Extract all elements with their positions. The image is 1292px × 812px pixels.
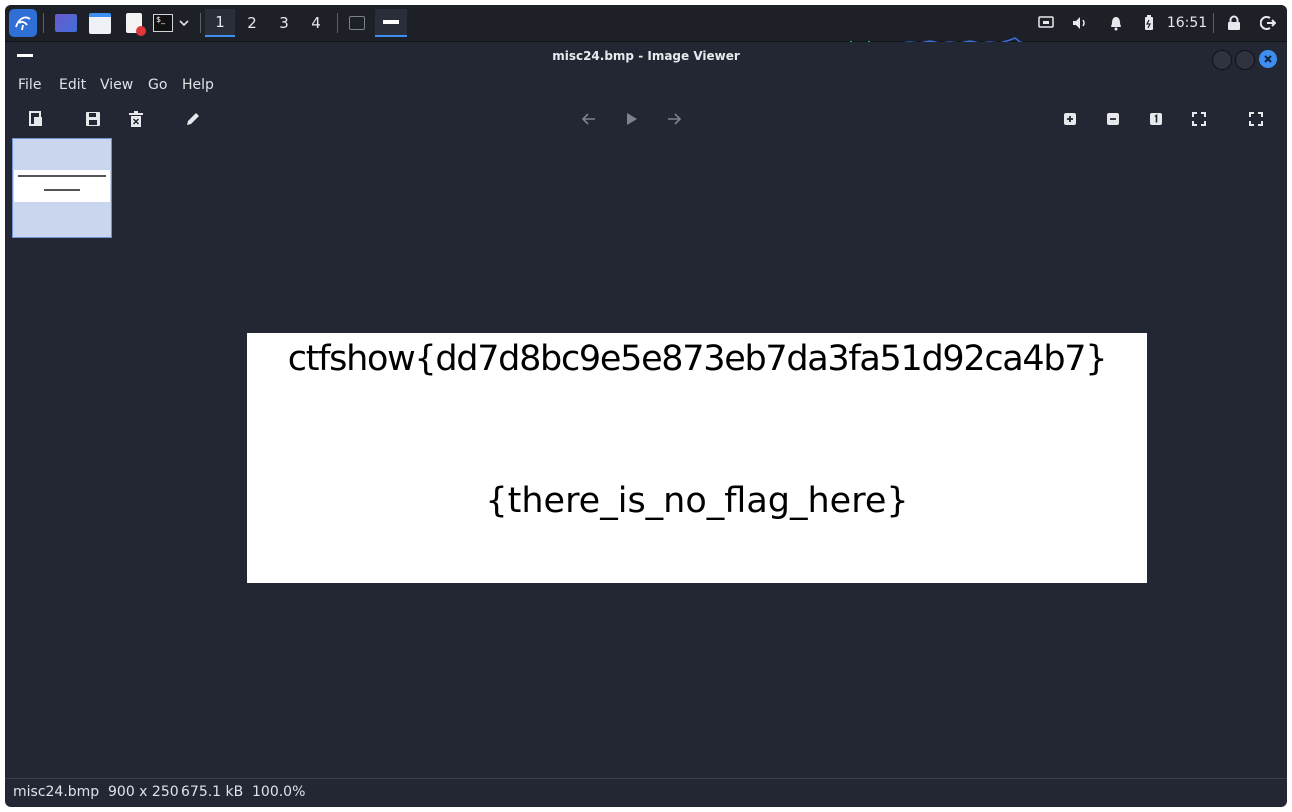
close-button[interactable] xyxy=(1259,50,1277,68)
forward-arrow-icon[interactable] xyxy=(664,109,684,129)
status-zoom: 100.0% xyxy=(252,784,306,800)
logout-icon[interactable] xyxy=(1257,9,1279,37)
network-activity-graph xyxy=(850,29,1030,44)
workspace-2[interactable]: 2 xyxy=(237,9,267,37)
close-icon xyxy=(1264,55,1272,63)
save-icon[interactable] xyxy=(83,109,103,129)
notification-bell-icon[interactable] xyxy=(1105,9,1127,37)
image-text-line-2: {there_is_no_flag_here} xyxy=(485,481,909,521)
play-icon[interactable] xyxy=(622,109,642,129)
network-icon[interactable] xyxy=(1035,9,1057,37)
toolbar xyxy=(5,105,1287,133)
edit-icon[interactable] xyxy=(183,109,203,129)
workspace-3[interactable]: 3 xyxy=(269,9,299,37)
battery-icon[interactable] xyxy=(1140,9,1158,37)
maximize-button[interactable] xyxy=(1235,50,1255,70)
zoom-in-icon[interactable] xyxy=(1060,109,1080,129)
window-title: misc24.bmp - Image Viewer xyxy=(552,49,740,63)
displayed-image: ctfshow{dd7d8bc9e5e873eb7da3fa51d92ca4b7… xyxy=(247,333,1147,583)
volume-icon[interactable] xyxy=(1069,9,1091,37)
kali-menu-icon[interactable] xyxy=(9,9,37,37)
fullscreen-icon[interactable] xyxy=(1246,109,1266,129)
menu-edit[interactable]: Edit xyxy=(59,77,86,93)
open-icon[interactable] xyxy=(26,109,46,129)
taskbar-image-viewer-window[interactable] xyxy=(375,9,407,37)
taskbar-terminal-window[interactable] xyxy=(341,9,373,37)
status-dimensions: 900 x 250 xyxy=(108,784,179,800)
file-manager-icon[interactable] xyxy=(87,9,113,37)
text-editor-icon[interactable] xyxy=(121,9,147,37)
desktop-screen: $_ 1 2 3 4 16:51 misc24.bmp - Image View… xyxy=(5,5,1287,807)
menu-go[interactable]: Go xyxy=(148,77,167,93)
status-filename: misc24.bmp xyxy=(13,784,100,800)
workspace-4[interactable]: 4 xyxy=(301,9,331,37)
zoom-100-icon[interactable] xyxy=(1146,109,1166,129)
menu-file[interactable]: File xyxy=(18,77,41,93)
image-text-line-1: ctfshow{dd7d8bc9e5e873eb7da3fa51d92ca4b7… xyxy=(287,339,1108,379)
menu-view[interactable]: View xyxy=(100,77,133,93)
status-filesize: 675.1 kB xyxy=(181,784,244,800)
panel-clock[interactable]: 16:51 xyxy=(1163,9,1211,37)
desktop-icon[interactable] xyxy=(53,9,79,37)
chevron-down-icon[interactable] xyxy=(176,9,192,37)
lock-icon[interactable] xyxy=(1223,9,1245,37)
delete-icon[interactable] xyxy=(126,109,146,129)
zoom-fit-icon[interactable] xyxy=(1189,109,1209,129)
thumbnail-image xyxy=(14,170,110,202)
status-bar: misc24.bmp 900 x 250 675.1 kB 100.0% xyxy=(5,778,1287,807)
menu-bar: File Edit View Go Help xyxy=(5,75,1287,97)
thumbnail-misc24[interactable] xyxy=(12,138,112,238)
zoom-out-icon[interactable] xyxy=(1103,109,1123,129)
window-titlebar[interactable]: misc24.bmp - Image Viewer xyxy=(5,42,1287,72)
menu-help[interactable]: Help xyxy=(182,77,214,93)
minimize-button[interactable] xyxy=(1212,50,1232,70)
back-arrow-icon[interactable] xyxy=(579,109,599,129)
top-panel: $_ 1 2 3 4 16:51 xyxy=(5,5,1287,44)
workspace-1[interactable]: 1 xyxy=(205,9,235,37)
terminal-icon[interactable]: $_ xyxy=(151,9,175,37)
